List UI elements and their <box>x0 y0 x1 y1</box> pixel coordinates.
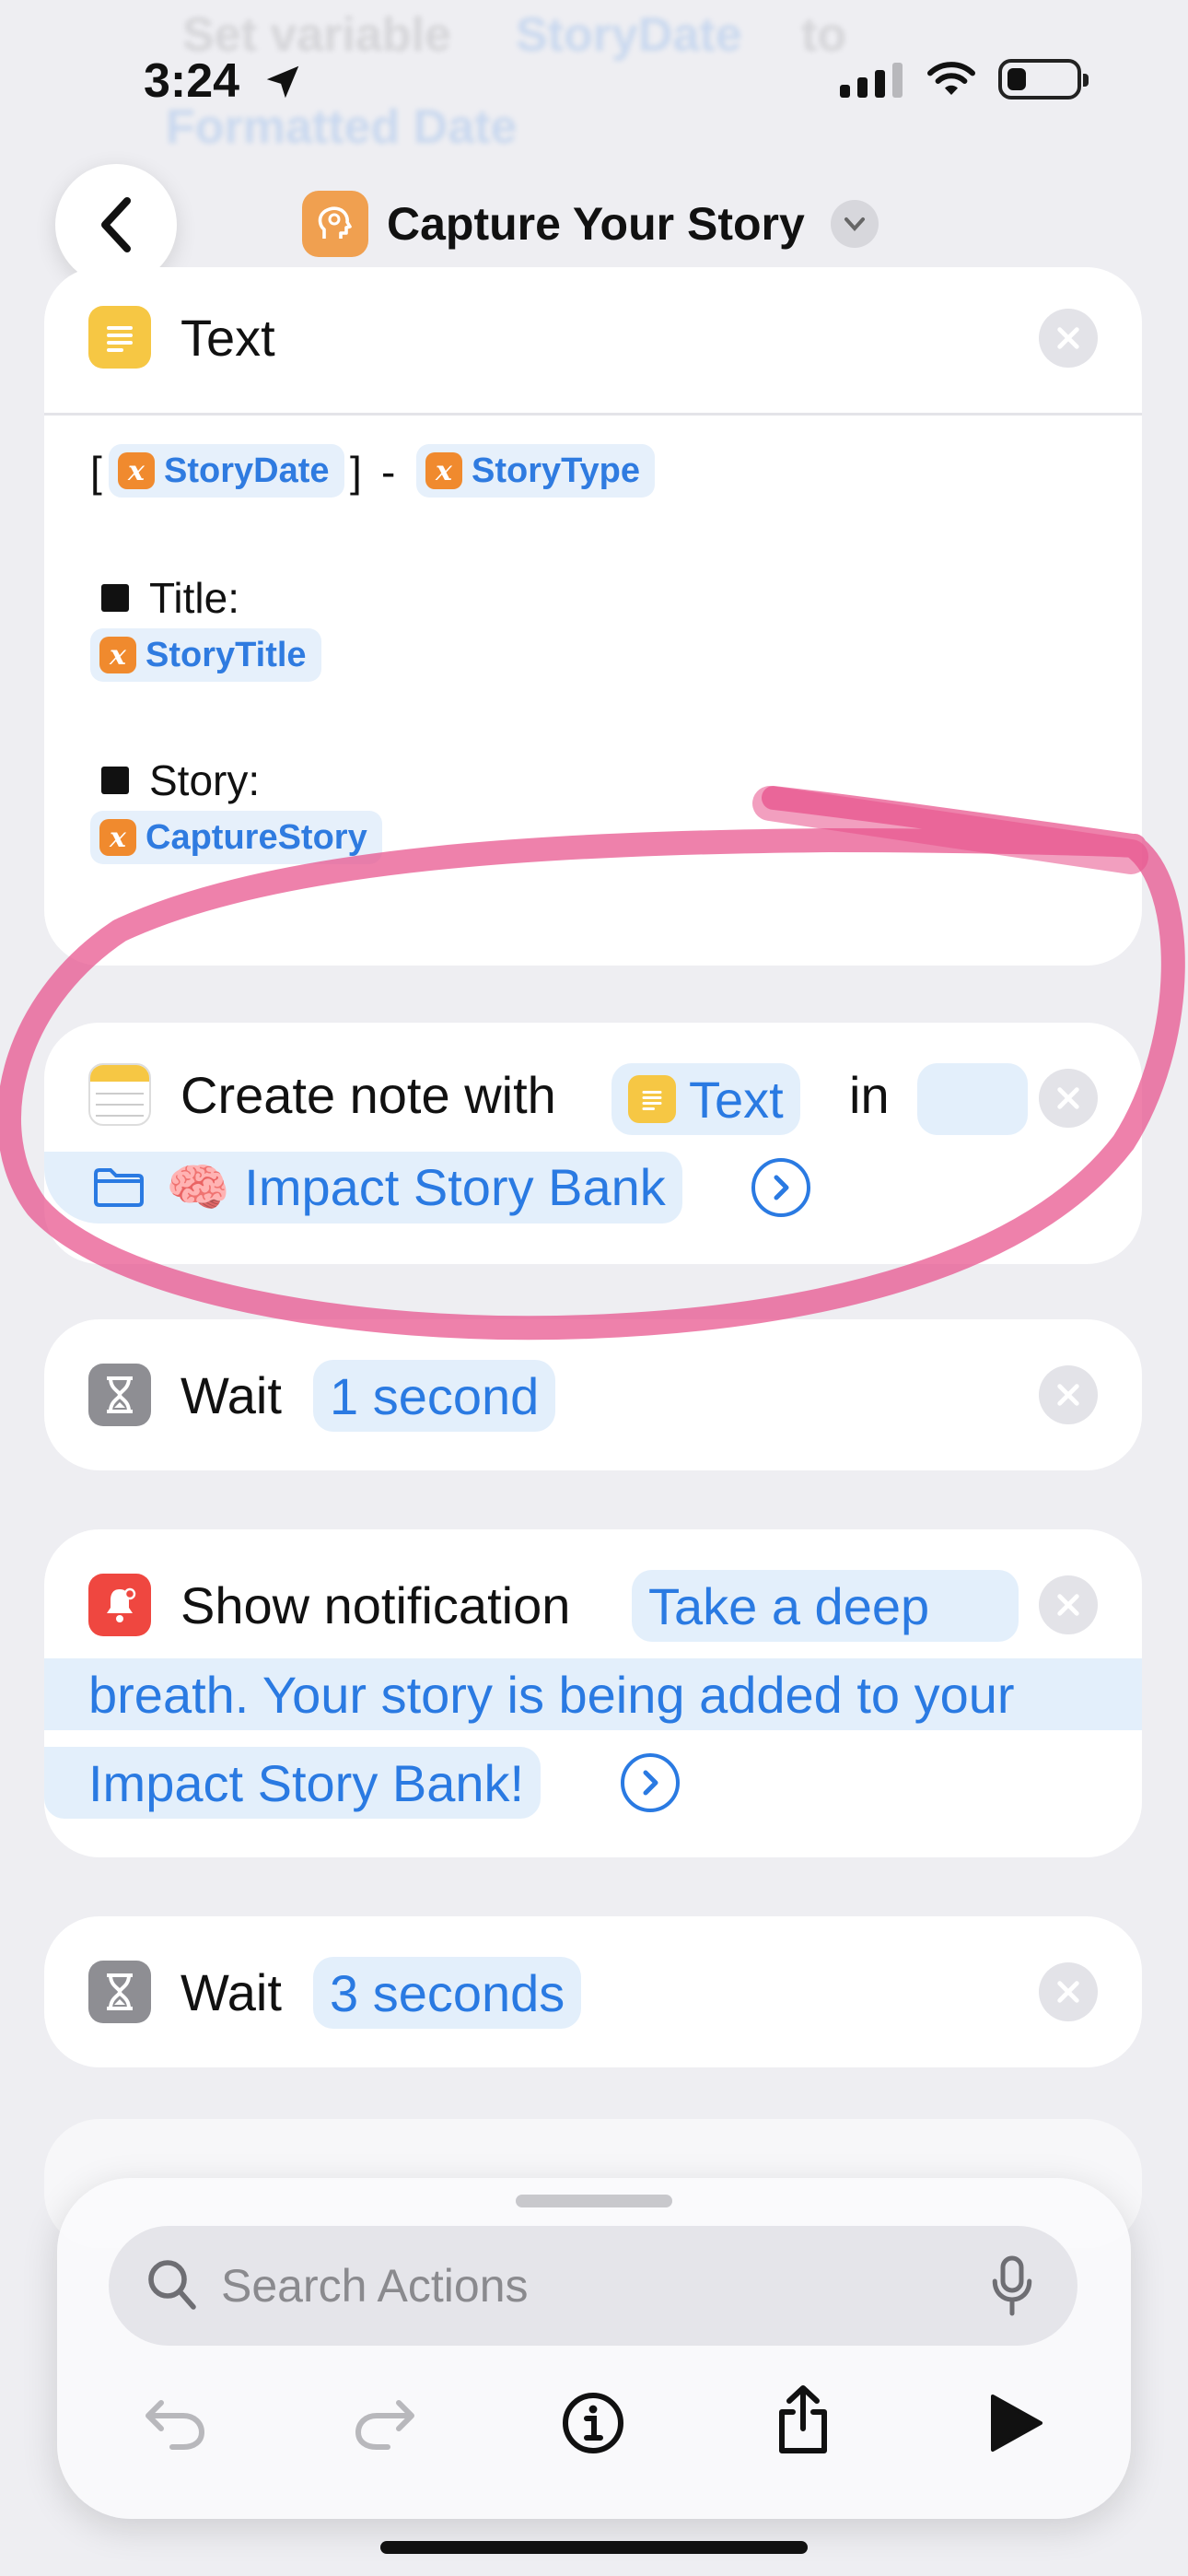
remove-action-button[interactable] <box>1039 309 1098 368</box>
wait-action-card[interactable]: Wait 3 seconds <box>44 1916 1142 2067</box>
story-line: Story: <box>101 755 260 805</box>
page-title: Capture Your Story <box>387 198 805 250</box>
search-icon <box>148 2260 196 2310</box>
text-action-icon <box>628 1075 676 1123</box>
variable-icon: x <box>99 819 136 856</box>
hourglass-icon <box>88 1364 151 1426</box>
variable-capturestory[interactable]: x CaptureStory <box>90 811 382 864</box>
shortcut-title-menu[interactable]: Capture Your Story <box>302 187 879 261</box>
text-action-label: Text <box>181 309 275 367</box>
notification-bell-icon <box>88 1574 151 1636</box>
redo-button[interactable] <box>348 2386 422 2460</box>
close-icon <box>1057 1981 1079 2003</box>
status-time: 3:24 <box>144 54 240 108</box>
redo-icon <box>355 2400 414 2450</box>
remove-action-button[interactable] <box>1039 1575 1098 1634</box>
search-input[interactable]: Search Actions <box>221 2259 529 2313</box>
close-icon <box>1057 1594 1079 1616</box>
expand-arrow-button[interactable] <box>621 1753 680 1812</box>
text-variable-pill[interactable]: Text <box>611 1063 800 1135</box>
variable-icon: x <box>118 452 155 489</box>
location-arrow-icon <box>266 65 299 99</box>
folder-icon <box>94 1168 144 1207</box>
status-bar: 3:24 <box>0 0 1188 157</box>
wait-duration-pill[interactable]: 1 second <box>313 1360 556 1432</box>
wait-action-card[interactable]: Wait 1 second <box>44 1319 1142 1470</box>
close-icon <box>1057 1384 1079 1406</box>
share-icon <box>779 2385 827 2453</box>
remove-action-button[interactable] <box>1039 1962 1098 2021</box>
title-line: Title: <box>101 573 239 623</box>
battery-icon <box>998 59 1089 100</box>
remove-action-button[interactable] <box>1039 1069 1098 1128</box>
chevron-right-icon <box>774 1175 789 1200</box>
show-notification-action-card[interactable]: Show notification Take a deep breath. Yo… <box>44 1529 1142 1857</box>
notification-text-pill-line2[interactable]: breath. Your story is being added to you… <box>44 1658 1142 1730</box>
variable-storytitle[interactable]: x StoryTitle <box>90 628 321 682</box>
actions-panel: Search Actions <box>57 2178 1131 2519</box>
expand-arrow-button[interactable] <box>751 1158 810 1217</box>
cellular-signal-icon <box>840 63 903 98</box>
close-icon <box>1057 1087 1079 1109</box>
black-square-icon <box>101 766 129 794</box>
search-actions-field[interactable]: Search Actions <box>109 2226 1077 2346</box>
chevron-down-icon[interactable] <box>830 200 879 248</box>
close-bracket: ] <box>350 448 362 496</box>
play-icon <box>991 2395 1042 2452</box>
wait-label: Wait <box>181 1963 282 2021</box>
wait-duration-pill[interactable]: 3 seconds <box>313 1957 582 2029</box>
close-icon <box>1057 327 1079 349</box>
head-brain-icon <box>302 191 368 257</box>
wifi-icon <box>927 62 975 95</box>
open-bracket: [ <box>90 448 102 496</box>
in-label: in <box>849 1066 890 1124</box>
show-notification-label: Show notification <box>181 1576 571 1634</box>
variable-storydate[interactable]: x StoryDate <box>109 444 344 498</box>
chevron-right-icon <box>643 1770 658 1796</box>
create-note-action-card[interactable]: Create note with Text in 🧠 Impact Story … <box>44 1023 1142 1264</box>
panel-grabber[interactable] <box>516 2195 672 2207</box>
variable-icon: x <box>425 452 462 489</box>
folder-parameter-pill[interactable]: 🧠 Impact Story Bank <box>44 1152 682 1224</box>
undo-button[interactable] <box>138 2386 212 2460</box>
wait-label: Wait <box>181 1366 282 1424</box>
run-button[interactable] <box>978 2386 1052 2460</box>
divider <box>44 413 1142 416</box>
variable-icon: x <box>99 637 136 673</box>
info-icon <box>563 2393 623 2453</box>
notification-text-pill-line1[interactable]: Take a deep <box>632 1570 1019 1642</box>
remove-action-button[interactable] <box>1039 1365 1098 1424</box>
hourglass-icon <box>88 1961 151 2023</box>
chevron-left-icon <box>101 197 131 252</box>
text-action-card[interactable]: Text [ x StoryDate ] - x StoryType Title: … <box>44 267 1142 966</box>
variable-storytype[interactable]: x StoryType <box>416 444 656 498</box>
text-action-icon <box>88 306 151 369</box>
info-button[interactable] <box>556 2386 630 2460</box>
notification-text-pill-line3[interactable]: Impact Story Bank! <box>44 1747 542 1819</box>
notes-app-icon <box>88 1063 151 1126</box>
create-note-label: Create note with <box>181 1066 556 1124</box>
share-button[interactable] <box>766 2383 840 2456</box>
home-indicator <box>380 2541 808 2554</box>
dash: - <box>381 448 396 496</box>
empty-parameter-pill[interactable] <box>917 1063 1028 1135</box>
black-square-icon <box>101 583 129 612</box>
microphone-icon[interactable] <box>989 2254 1035 2318</box>
undo-icon <box>146 2400 204 2450</box>
